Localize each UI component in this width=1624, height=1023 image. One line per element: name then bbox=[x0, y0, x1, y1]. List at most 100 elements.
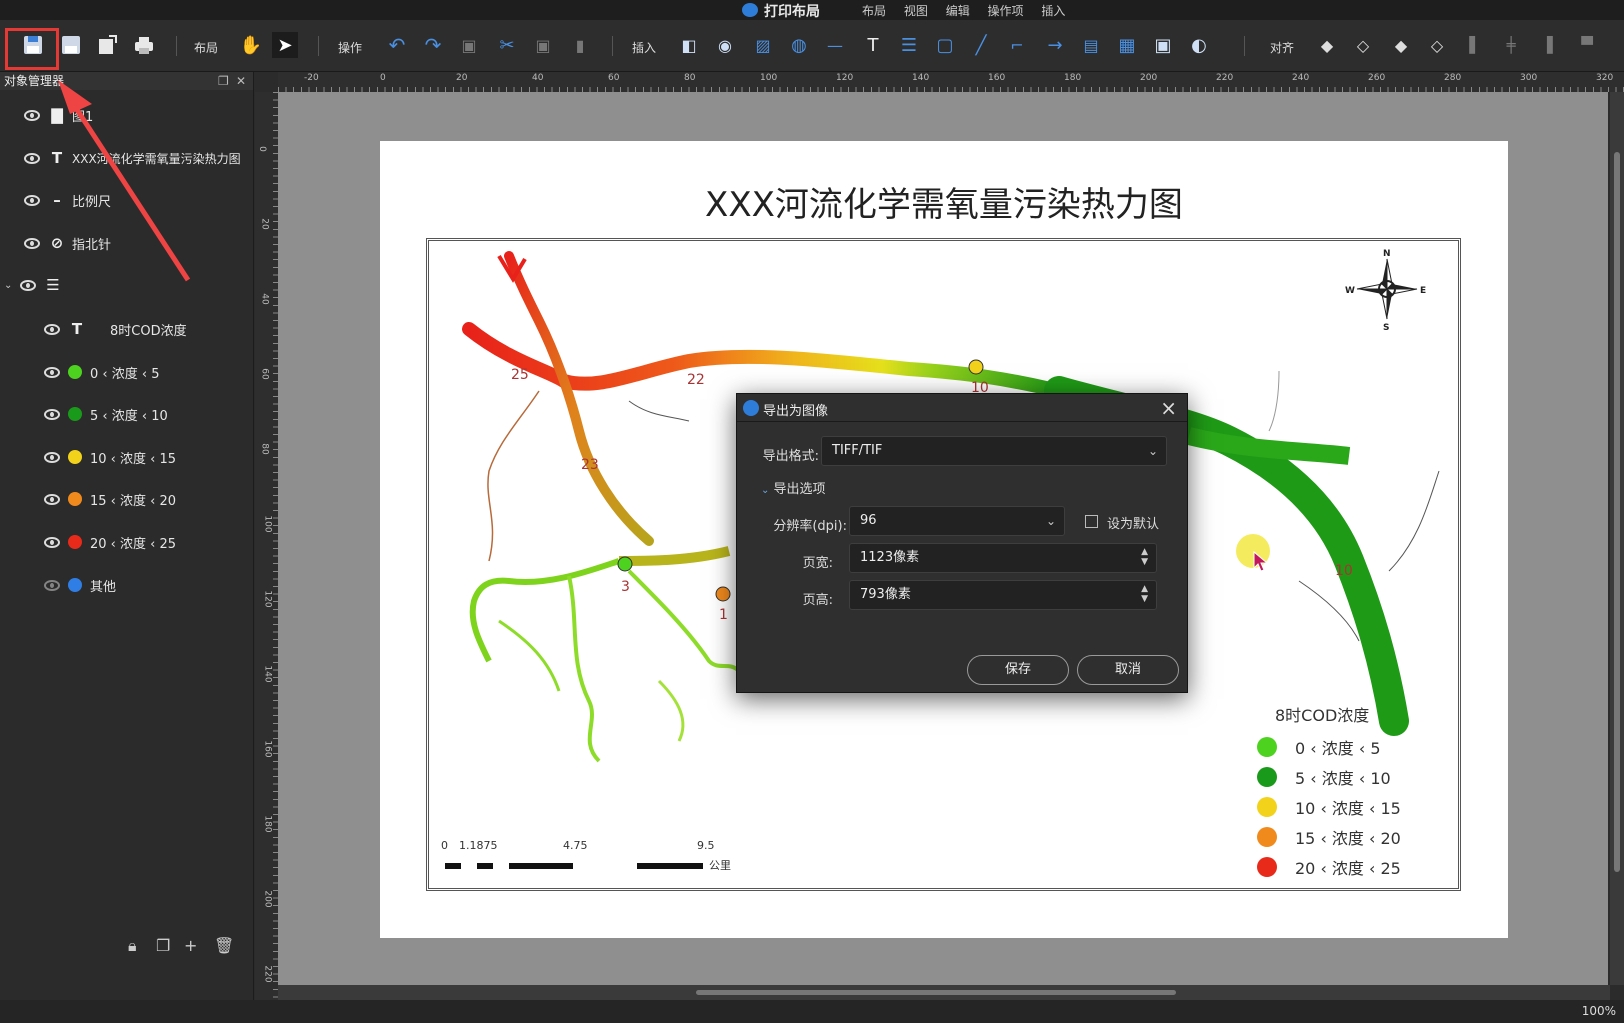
page-height-stepper[interactable]: 793像素 ▲ ▼ bbox=[849, 580, 1157, 610]
visibility-icon[interactable] bbox=[44, 493, 60, 505]
legend-item[interactable]: 5 ‹ 浓度 ‹ 10 bbox=[44, 403, 168, 425]
set-default-checkbox[interactable] bbox=[1085, 515, 1098, 528]
ruler-tick-label: 300 bbox=[1520, 73, 1538, 83]
page-width-stepper[interactable]: 1123像素 ▲ ▼ bbox=[849, 543, 1157, 573]
align-right-icon: ▐ bbox=[1541, 36, 1553, 54]
close-icon[interactable]: × bbox=[1160, 396, 1177, 420]
export-button[interactable] bbox=[94, 32, 120, 58]
float-panel-icon[interactable]: ❐ bbox=[218, 72, 229, 90]
undo-button[interactable]: ↶ bbox=[384, 32, 410, 58]
save-button[interactable]: 保存 bbox=[967, 655, 1069, 685]
insert-arrow-button[interactable]: → bbox=[1042, 32, 1068, 58]
legend-label: 20 ‹ 浓度 ‹ 25 bbox=[1295, 859, 1401, 878]
rectangle-icon: ▢ bbox=[936, 34, 954, 56]
visibility-icon[interactable] bbox=[24, 109, 40, 121]
legend-entry: 10 ‹ 浓度 ‹ 15 bbox=[1257, 792, 1457, 822]
legend-icon: ☰ bbox=[46, 276, 60, 294]
spinner-arrows-icon[interactable]: ▲ ▼ bbox=[1141, 547, 1148, 567]
delete-button[interactable]: ▮ bbox=[567, 32, 593, 58]
cancel-button[interactable]: 取消 bbox=[1077, 655, 1179, 685]
map-legend[interactable]: 8时COD浓度 0 ‹ 浓度 ‹ 5 5 ‹ 浓度 ‹ 10 10 ‹ 浓度 ‹… bbox=[1257, 702, 1457, 882]
visibility-icon[interactable] bbox=[44, 408, 60, 420]
insert-callout-button[interactable]: ▤ bbox=[1078, 32, 1104, 58]
layer-scalebar[interactable]: – 比例尺 bbox=[24, 189, 111, 211]
lock-icon[interactable]: 🔒︎ bbox=[128, 936, 137, 956]
select-button[interactable]: ➤ bbox=[272, 32, 298, 58]
visibility-icon[interactable] bbox=[44, 323, 60, 335]
collapse-chevron-icon[interactable]: ⌄ bbox=[4, 280, 20, 291]
menu-insert[interactable]: 插入 bbox=[1041, 4, 1065, 18]
visibility-icon[interactable] bbox=[20, 279, 36, 291]
visibility-icon[interactable] bbox=[44, 366, 60, 378]
horizontal-scrollbar[interactable] bbox=[278, 985, 1610, 1000]
layer-north-arrow[interactable]: ⊘ 指北针 bbox=[24, 232, 111, 254]
options-toggle[interactable]: ⌄ 导出选项 bbox=[761, 478, 826, 497]
insert-3d-button[interactable]: ◉ bbox=[712, 32, 738, 58]
format-select[interactable]: TIFF/TIF ⌄ bbox=[821, 436, 1167, 466]
visibility-icon[interactable] bbox=[24, 237, 40, 249]
visibility-icon[interactable] bbox=[24, 194, 40, 206]
map-title[interactable]: XXX河流化学需氧量污染热力图 bbox=[380, 177, 1508, 226]
send-backward-button[interactable]: ◆ bbox=[1388, 32, 1414, 58]
align-top-button[interactable]: ▀ bbox=[1574, 32, 1600, 58]
layer-legend-group[interactable]: ⌄ ☰ bbox=[4, 274, 68, 296]
layer-map[interactable]: ▇ 图1 bbox=[24, 104, 93, 126]
compass-icon: ◍ bbox=[791, 34, 807, 56]
menu-view[interactable]: 视图 bbox=[904, 4, 928, 18]
scroll-thumb[interactable] bbox=[696, 990, 1176, 995]
insert-rectangle-button[interactable]: ▢ bbox=[932, 32, 958, 58]
ruler-tick-label: 180 bbox=[1064, 73, 1082, 83]
ruler-tick-label: 60 bbox=[259, 368, 270, 380]
insert-legend-button[interactable]: ☰ bbox=[896, 32, 922, 58]
redo-button[interactable]: ↷ bbox=[420, 32, 446, 58]
layer-title-text[interactable]: T XXX河流化学需氧量污染热力图 bbox=[24, 147, 241, 169]
align-left-button[interactable]: ▌ bbox=[1462, 32, 1488, 58]
menu-edit[interactable]: 编辑 bbox=[946, 4, 970, 18]
delete-icon[interactable]: 🗑︎ bbox=[214, 936, 234, 955]
paste-button[interactable]: ▣ bbox=[530, 32, 556, 58]
duplicate-icon[interactable]: ❐ bbox=[156, 936, 170, 955]
insert-polyline-button[interactable]: ⌐ bbox=[1004, 32, 1030, 58]
insert-chart-button[interactable]: ◐ bbox=[1186, 32, 1212, 58]
bring-forward-button[interactable]: ◇ bbox=[1350, 32, 1376, 58]
insert-text-button[interactable]: T bbox=[860, 32, 886, 58]
legend-item[interactable]: 10 ‹ 浓度 ‹ 15 bbox=[44, 446, 176, 468]
visibility-icon[interactable] bbox=[24, 152, 40, 164]
legend-item[interactable]: 15 ‹ 浓度 ‹ 20 bbox=[44, 488, 176, 510]
menu-operations[interactable]: 操作项 bbox=[988, 4, 1024, 18]
color-swatch bbox=[68, 578, 82, 592]
insert-picture-frame-button[interactable]: ▣ bbox=[1150, 32, 1176, 58]
insert-scalebar-button[interactable]: — bbox=[822, 32, 848, 58]
scroll-thumb[interactable] bbox=[1614, 152, 1620, 872]
copy-button[interactable]: ▣ bbox=[456, 32, 482, 58]
hidden-visibility-icon[interactable] bbox=[44, 579, 60, 591]
vertical-scrollbar[interactable] bbox=[1610, 92, 1624, 985]
insert-image-button[interactable]: ▨ bbox=[750, 32, 776, 58]
spinner-arrows-icon[interactable]: ▲ ▼ bbox=[1141, 584, 1148, 604]
insert-map-button[interactable]: ◧ bbox=[676, 32, 702, 58]
bring-to-front-button[interactable]: ◆ bbox=[1314, 32, 1340, 58]
scalebar-icon: – bbox=[53, 191, 61, 209]
align-right-button[interactable]: ▐ bbox=[1534, 32, 1560, 58]
visibility-icon[interactable] bbox=[44, 536, 60, 548]
legend-title-item[interactable]: T 8时COD浓度 bbox=[44, 318, 187, 340]
align-center-button[interactable]: ╪ bbox=[1498, 32, 1524, 58]
menu-layout[interactable]: 布局 bbox=[862, 4, 886, 18]
insert-table-button[interactable]: ▦ bbox=[1114, 32, 1140, 58]
insert-compass-button[interactable]: ◍ bbox=[786, 32, 812, 58]
add-icon[interactable]: + bbox=[184, 936, 197, 955]
dpi-select[interactable]: 96 ⌄ bbox=[849, 506, 1065, 536]
cut-button[interactable]: ✂ bbox=[494, 32, 520, 58]
legend-item[interactable]: 其他 bbox=[44, 574, 116, 596]
legend-item[interactable]: 20 ‹ 浓度 ‹ 25 bbox=[44, 531, 176, 553]
pan-button[interactable]: ✋ bbox=[238, 32, 264, 58]
print-button[interactable] bbox=[131, 32, 157, 58]
save-as-button[interactable] bbox=[58, 32, 84, 58]
legend-item[interactable]: 0 ‹ 浓度 ‹ 5 bbox=[44, 361, 159, 383]
scale-bar[interactable]: 0 1.1875 4.75 9.5 公里 bbox=[441, 839, 741, 879]
send-to-back-button[interactable]: ◇ bbox=[1424, 32, 1450, 58]
close-panel-icon[interactable]: ✕ bbox=[236, 72, 246, 90]
insert-line-button[interactable]: ╱ bbox=[968, 32, 994, 58]
zoom-level[interactable]: 100% bbox=[1582, 1004, 1616, 1018]
visibility-icon[interactable] bbox=[44, 451, 60, 463]
